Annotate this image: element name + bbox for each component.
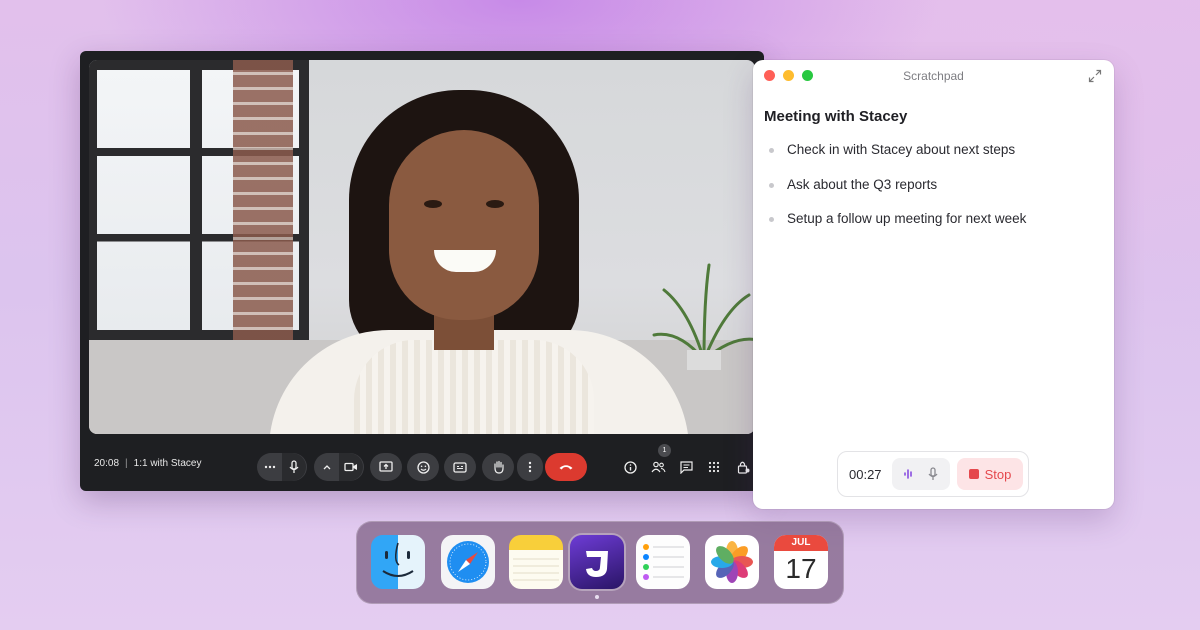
notes-lines — [513, 558, 559, 581]
video-call-window: 20:08 | 1:1 with Stacey 1 — [80, 51, 764, 491]
stop-icon — [968, 469, 979, 479]
list-item-text: Check in with Stacey about next steps — [787, 142, 1016, 157]
emoji-icon — [416, 460, 430, 474]
audio-waveform-icon — [903, 469, 912, 479]
recording-bar: 00:27 Stop — [837, 451, 1029, 497]
mic-icon — [289, 460, 299, 473]
jamie-app-icon[interactable] — [570, 535, 624, 589]
running-indicator — [595, 595, 599, 599]
mic-icon — [928, 467, 938, 480]
mic-button[interactable] — [282, 453, 306, 481]
chat-button[interactable] — [677, 458, 695, 476]
stop-recording-button[interactable]: Stop — [957, 458, 1023, 490]
list-item-text: Setup a follow up meeting for next week — [787, 211, 1027, 226]
hang-up-icon — [559, 465, 573, 470]
meeting-info: 20:08 | 1:1 with Stacey — [94, 458, 201, 469]
chevron-up-icon — [323, 465, 331, 470]
camera-button[interactable] — [339, 453, 363, 481]
chat-icon — [679, 460, 693, 474]
people-button[interactable] — [649, 458, 667, 476]
reactions-button[interactable] — [407, 453, 439, 481]
video-options-button[interactable] — [315, 453, 339, 481]
participants-count-badge: 1 — [658, 444, 671, 457]
call-toolbar: 20:08 | 1:1 with Stacey 1 — [80, 444, 764, 491]
dock: JUL 17 — [356, 521, 844, 604]
photos-flower — [711, 541, 753, 583]
finder-icon[interactable] — [371, 535, 425, 589]
host-controls-button[interactable] — [734, 458, 752, 476]
finder-face — [382, 542, 414, 577]
list-item[interactable]: Check in with Stacey about next steps — [767, 142, 1026, 177]
camera-control-group — [314, 453, 364, 481]
info-icon — [623, 460, 637, 474]
more-horizontal-icon — [264, 465, 276, 469]
stop-button-label: Stop — [984, 466, 1012, 482]
audio-input-toggle[interactable] — [892, 458, 950, 490]
note-list: Check in with Stacey about next steps As… — [767, 142, 1026, 246]
audio-options-button[interactable] — [258, 453, 282, 481]
meeting-separator: | — [125, 458, 128, 469]
reminders-list — [643, 544, 684, 580]
people-icon — [651, 461, 666, 473]
end-call-button[interactable] — [545, 453, 587, 481]
photos-icon[interactable] — [705, 535, 759, 589]
calendar-month: JUL — [774, 535, 828, 551]
closed-captions-icon — [453, 461, 467, 473]
present-screen-button[interactable] — [370, 453, 402, 481]
reminders-icon[interactable] — [636, 535, 690, 589]
calendar-day: 17 — [785, 553, 817, 584]
notes-icon[interactable] — [509, 535, 563, 589]
expand-icon — [1088, 69, 1102, 83]
meeting-clock: 20:08 — [94, 458, 120, 469]
activities-button[interactable] — [705, 458, 723, 476]
j-logo-icon — [586, 551, 608, 577]
list-item[interactable]: Ask about the Q3 reports — [767, 177, 1026, 212]
list-item[interactable]: Setup a follow up meeting for next week — [767, 211, 1026, 246]
meeting-details-button[interactable] — [621, 458, 639, 476]
scratchpad-window: Scratchpad Meeting with Stacey Check in … — [753, 60, 1114, 509]
calendar-icon[interactable]: JUL 17 — [774, 535, 828, 589]
mic-control-group — [257, 453, 307, 481]
safari-icon[interactable] — [441, 535, 495, 589]
person-eye-right — [486, 200, 504, 208]
grid-apps-icon — [708, 461, 720, 473]
person-sweater — [354, 340, 594, 434]
lock-person-icon — [737, 461, 749, 474]
person-face — [389, 130, 539, 320]
compass-icon — [447, 541, 489, 583]
note-title: Meeting with Stacey — [764, 108, 908, 125]
captions-button[interactable] — [444, 453, 476, 481]
participant-video — [89, 60, 755, 434]
present-screen-icon — [379, 461, 393, 472]
person-eye-left — [424, 200, 442, 208]
bullet — [769, 182, 774, 188]
background-brick-wall — [233, 60, 293, 360]
list-item-text: Ask about the Q3 reports — [787, 176, 938, 192]
raise-hand-icon — [493, 460, 504, 474]
window-title: Scratchpad — [903, 69, 964, 83]
meeting-name: 1:1 with Stacey — [133, 458, 202, 469]
recording-timer: 00:27 — [849, 466, 882, 482]
more-options-button[interactable] — [517, 453, 543, 481]
bullet — [769, 148, 774, 153]
video-camera-icon — [344, 462, 357, 472]
more-vertical-icon — [528, 461, 532, 473]
background-plant — [652, 263, 755, 370]
bullet — [769, 217, 774, 222]
raise-hand-button[interactable] — [482, 453, 514, 481]
expand-button[interactable] — [1088, 69, 1102, 83]
